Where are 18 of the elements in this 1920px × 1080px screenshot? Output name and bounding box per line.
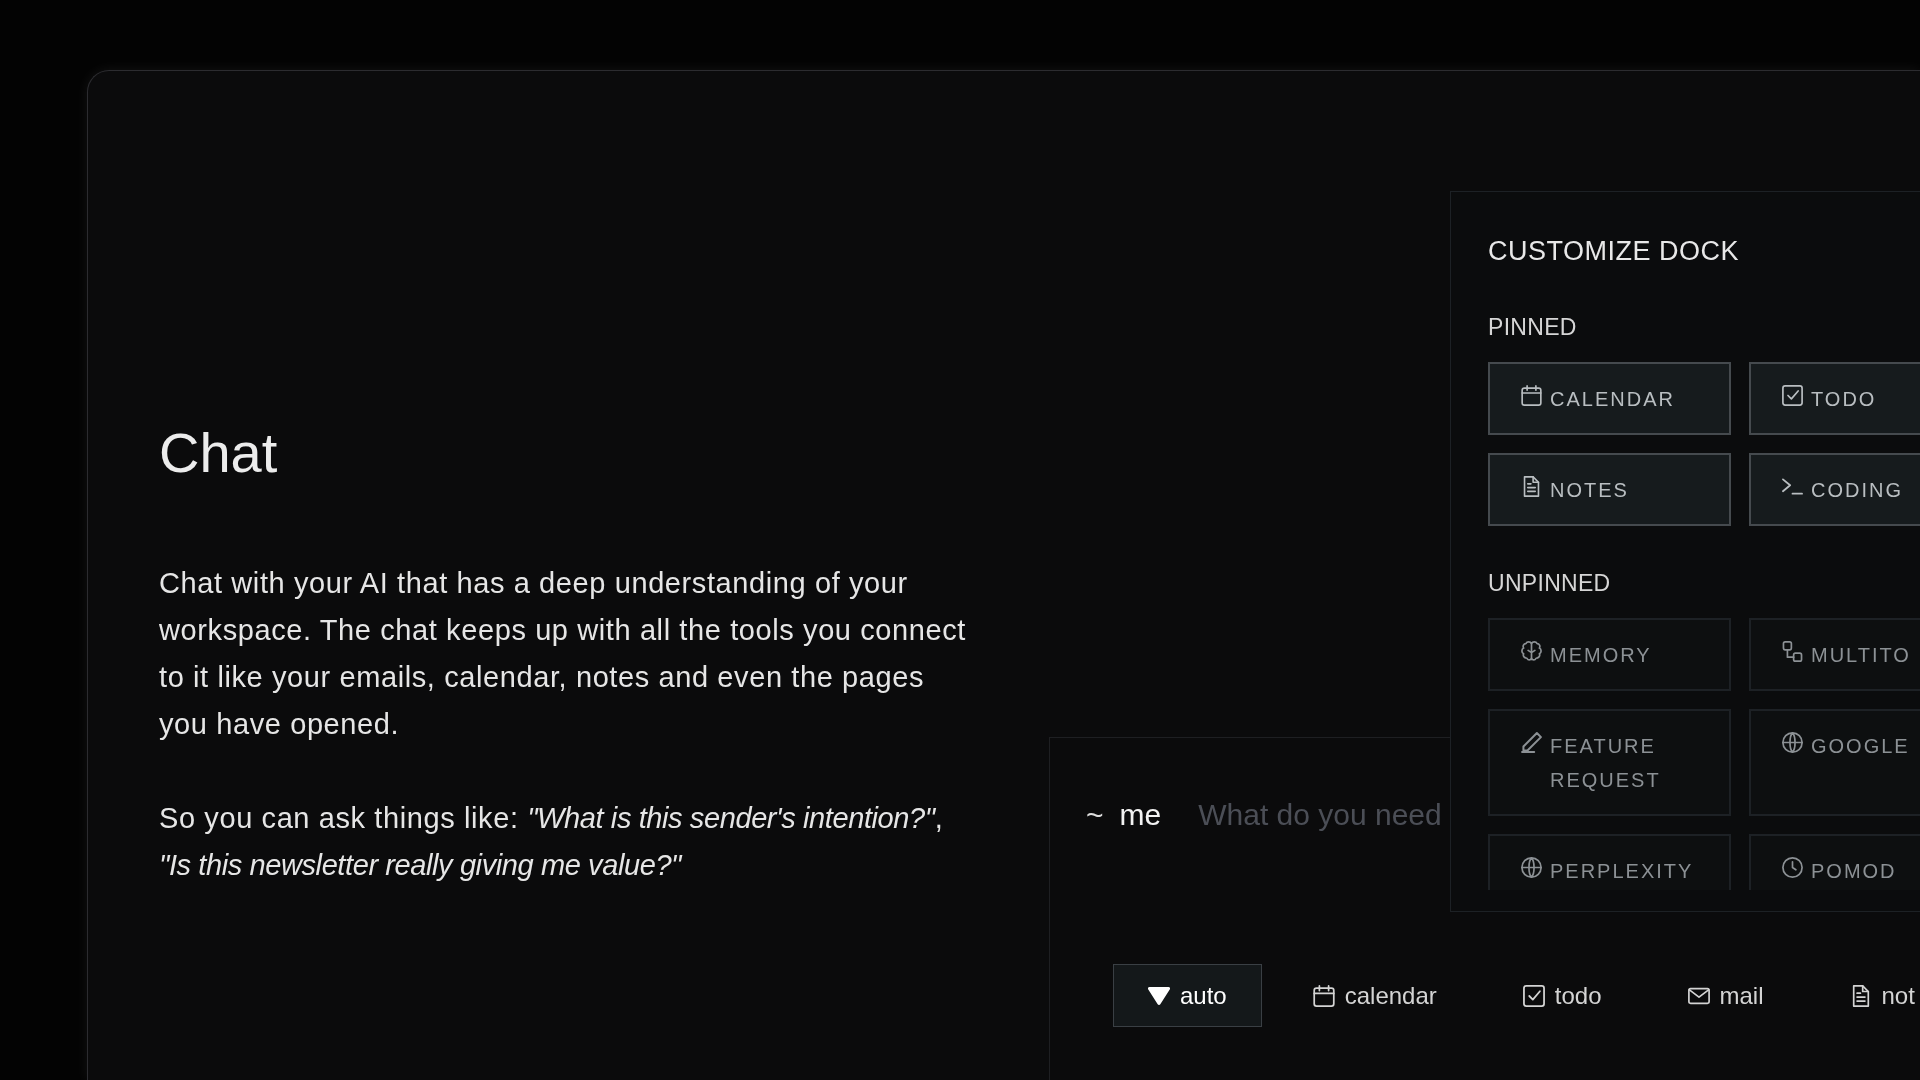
dock-item-label: MEMORY	[1550, 642, 1652, 668]
dock-item-label: GOOGLE	[1811, 733, 1910, 759]
description-text: Chat with your AI that has a deep understanding of your workspace. The chat keeps up with all the tools you connect to it like your emails, calendar, notes and even the pages you have opened.	[159, 566, 968, 742]
prompt-symbol: ~	[1086, 797, 1104, 833]
section-title: Chat	[159, 420, 278, 486]
dock-item-label: MULTITO	[1811, 642, 1911, 668]
user-name: me	[1119, 797, 1162, 833]
dock-item-label: FEATURE REQUEST	[1550, 733, 1662, 793]
panel-title: CUSTOMIZE DOCK	[1488, 235, 1739, 268]
dock-item-label: CALENDAR	[1550, 386, 1675, 412]
dock-item-label: NOTES	[1550, 477, 1629, 503]
dock-item-label: TODO	[1811, 386, 1877, 412]
dock-item-label: POMOD	[1811, 858, 1897, 884]
dock-item-label: PERPLEXITY	[1550, 858, 1694, 884]
description-text: So you can ask things like: "What is this sender's intention?", "Is this newsletter really giving me value?"	[159, 801, 945, 883]
section-label: PINNED	[1488, 313, 1577, 342]
section-label: UNPINNED	[1488, 569, 1611, 598]
dock-item-label: CODING	[1811, 477, 1903, 503]
